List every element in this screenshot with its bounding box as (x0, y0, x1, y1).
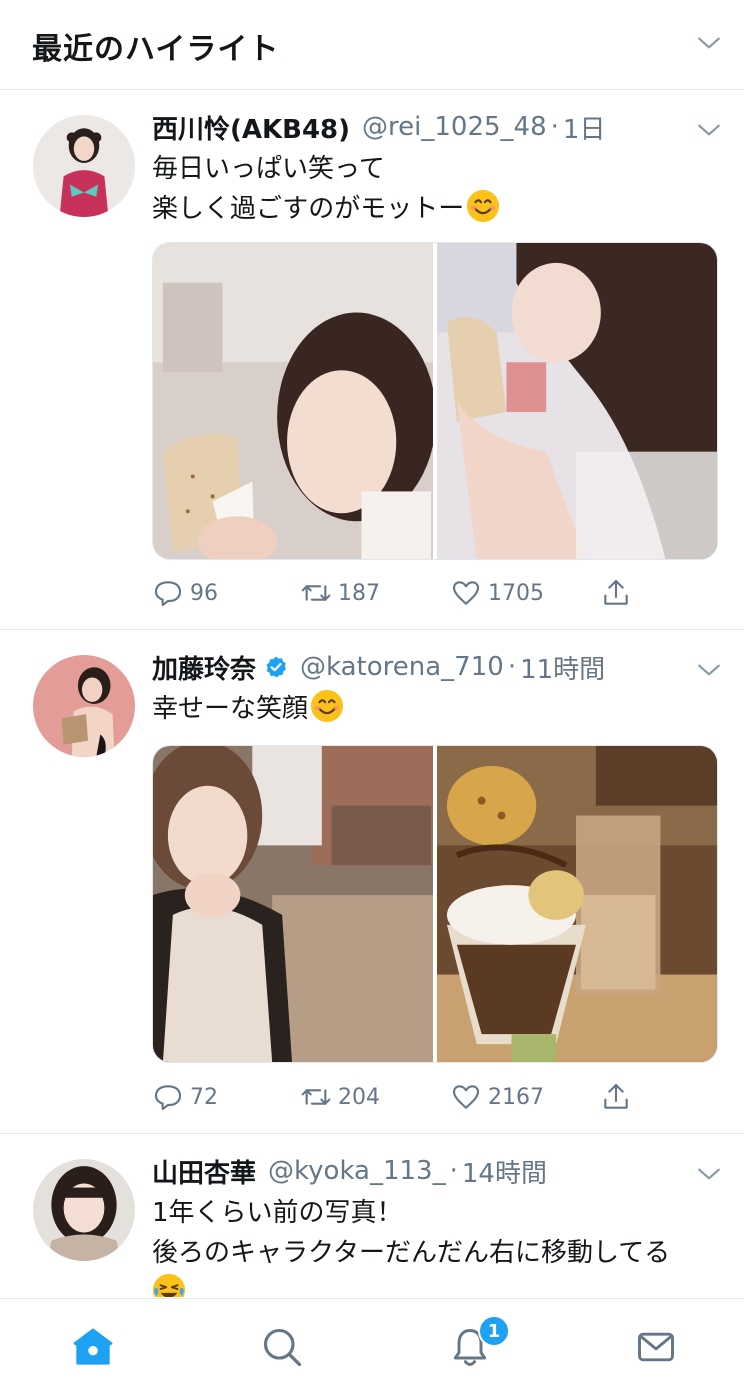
tweet-text-line (152, 1273, 722, 1297)
tweet-card[interactable]: 加藤玲奈 @katorena_710 · 11時間 幸せーな笑顔 72 204 … (0, 631, 744, 1134)
author-name[interactable]: 加藤玲奈 (152, 649, 256, 686)
reply-button[interactable]: 96 (152, 577, 218, 609)
retweet-button[interactable]: 204 (300, 1081, 380, 1113)
avatar[interactable] (33, 115, 135, 217)
tweet-actions: 96 187 1705 (152, 573, 652, 613)
retweet-count: 187 (338, 580, 380, 606)
like-button[interactable]: 1705 (450, 577, 544, 609)
like-count: 1705 (488, 580, 544, 606)
page-title: 最近のハイライト (32, 32, 280, 67)
author-name[interactable]: 西川怜(AKB48) (152, 109, 350, 146)
photo[interactable] (153, 746, 434, 1062)
chevron-down-icon[interactable] (696, 30, 722, 56)
tweet-text: 毎日いっぱい笑って 楽しく過ごすのがモットー (152, 149, 722, 229)
messages-icon[interactable] (634, 1325, 678, 1369)
share-button[interactable] (600, 1081, 632, 1113)
reply-icon (154, 1085, 182, 1111)
heart-icon (452, 581, 480, 605)
heart-icon (452, 1085, 480, 1109)
photo[interactable] (436, 243, 717, 559)
smiling-face-icon (310, 689, 344, 723)
tweet-header: 加藤玲奈 @katorena_710 · 11時間 (152, 649, 605, 685)
timestamp: 11時間 (520, 654, 606, 685)
timestamp: 1日 (562, 114, 606, 145)
tweet-actions: 72 204 2167 (152, 1077, 652, 1117)
separator: · (550, 112, 559, 142)
reply-icon (154, 581, 182, 607)
tweet-text-span: 楽しく過ごすのがモットー (152, 194, 465, 224)
search-icon[interactable] (260, 1325, 304, 1369)
verified-badge-icon (266, 656, 287, 678)
author-handle: @katorena_710 (300, 652, 504, 682)
tweet-card[interactable]: 山田杏華 @kyoka_113_ · 14時間 1年くらい前の写真！ 後ろのキャ… (0, 1135, 744, 1297)
highlights-header: 最近のハイライト (0, 0, 744, 90)
tweet-header: 西川怜(AKB48) @rei_1025_48 · 1日 (152, 109, 605, 145)
reply-count: 72 (190, 1084, 218, 1110)
timestamp: 14時間 (461, 1158, 547, 1189)
author-handle: @kyoka_113_ (268, 1156, 446, 1186)
notification-badge: 1 (478, 1315, 510, 1347)
author-name[interactable]: 山田杏華 (152, 1153, 256, 1190)
photo[interactable] (436, 746, 717, 1062)
reply-button[interactable]: 72 (152, 1081, 218, 1113)
tweet-card[interactable]: 西川怜(AKB48) @rei_1025_48 · 1日 毎日いっぱい笑って 楽… (0, 91, 744, 630)
photo[interactable] (153, 243, 434, 559)
retweet-icon (301, 585, 331, 601)
retweet-button[interactable]: 187 (300, 577, 380, 609)
chevron-down-icon[interactable] (696, 117, 722, 143)
tweet-text: 1年くらい前の写真！ 後ろのキャラクターだんだん右に移動してる (152, 1193, 722, 1297)
author-handle: @rei_1025_48 (362, 112, 547, 142)
smiling-face-icon (467, 189, 500, 223)
bottom-tab-bar: 1 (0, 1298, 744, 1395)
tweet-text-line: 楽しく過ごすのがモットー (152, 189, 722, 229)
separator: · (449, 1156, 458, 1186)
chevron-down-icon[interactable] (696, 1161, 722, 1187)
like-count: 2167 (488, 1084, 544, 1110)
tweet-text-line: 1年くらい前の写真！ (152, 1198, 403, 1228)
tweet-media[interactable] (152, 745, 718, 1063)
tweet-text-line: 幸せーな笑顔 (152, 689, 722, 729)
tweet-text-line: 後ろのキャラクターだんだん右に移動してる (152, 1238, 671, 1268)
tweet-text-line: 毎日いっぱい笑って (152, 154, 385, 184)
tweet-text: 幸せーな笑顔 (152, 689, 722, 729)
chevron-down-icon[interactable] (696, 657, 722, 683)
retweet-icon (301, 1089, 331, 1105)
laughing-tears-icon (152, 1273, 186, 1297)
tweet-header: 山田杏華 @kyoka_113_ · 14時間 (152, 1153, 547, 1189)
home-icon[interactable] (71, 1325, 115, 1369)
share-button[interactable] (600, 577, 632, 609)
avatar[interactable] (33, 655, 135, 757)
avatar[interactable] (33, 1159, 135, 1261)
like-button[interactable]: 2167 (450, 1081, 544, 1113)
reply-count: 96 (190, 580, 218, 606)
tweet-text-span: 幸せーな笑顔 (152, 694, 309, 724)
tweet-media[interactable] (152, 242, 718, 560)
separator: · (507, 652, 517, 682)
share-icon (604, 579, 628, 605)
retweet-count: 204 (338, 1084, 380, 1110)
share-icon (604, 1083, 628, 1109)
